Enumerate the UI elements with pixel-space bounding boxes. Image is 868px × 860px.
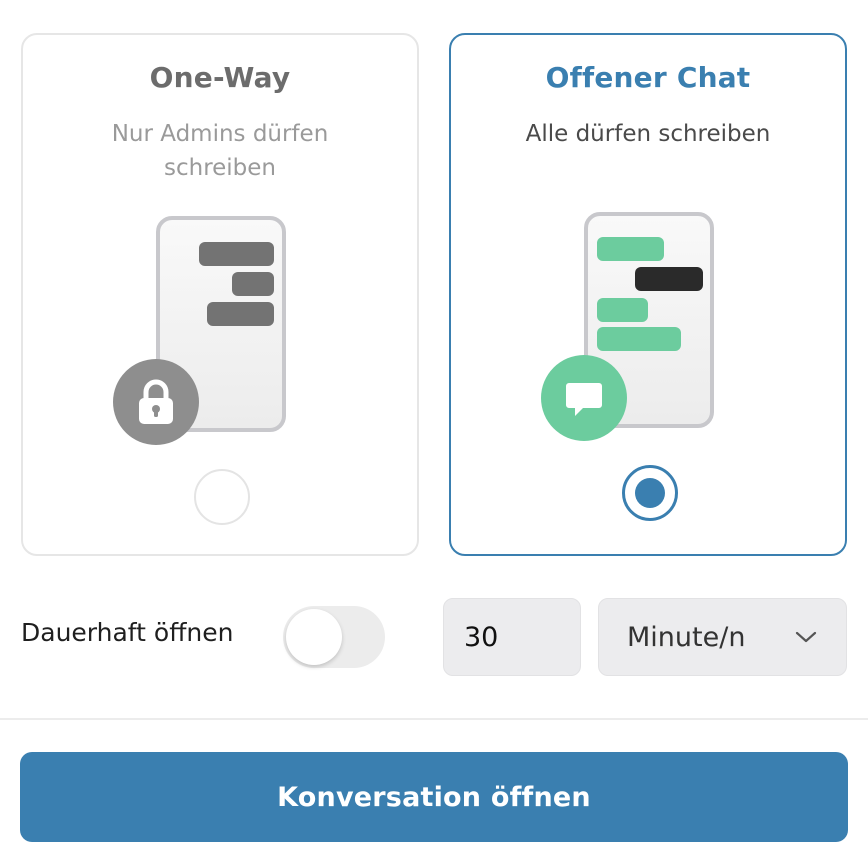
option-title: One-Way <box>149 61 291 94</box>
option-description: Nur Admins dürfen schreiben <box>111 121 329 181</box>
duration-unit-value: Minute/n <box>627 621 746 653</box>
message-bubble <box>207 302 274 326</box>
message-bubble <box>597 327 681 351</box>
option-card-one-way[interactable]: One-Way Nur Admins dürfen schreiben <box>21 33 419 556</box>
option-description: Alle dürfen schreiben <box>525 121 771 147</box>
message-bubble <box>597 298 648 322</box>
option-card-open-chat[interactable]: Offener Chat Alle dürfen schreiben <box>449 33 847 556</box>
permanent-open-toggle[interactable] <box>283 606 385 668</box>
duration-value-input[interactable]: 30 <box>443 598 581 676</box>
message-bubble <box>232 272 274 296</box>
duration-unit-select[interactable]: Minute/n <box>598 598 847 676</box>
radio-selected-dot <box>635 478 665 508</box>
message-bubble <box>635 267 703 291</box>
message-bubble <box>199 242 274 266</box>
radio-open-chat[interactable] <box>622 465 678 521</box>
divider <box>0 718 868 720</box>
message-bubble <box>597 237 664 261</box>
open-conversation-button[interactable]: Konversation öffnen <box>20 752 848 842</box>
option-title: Offener Chat <box>545 61 751 94</box>
radio-one-way[interactable] <box>194 469 250 525</box>
permanent-open-label: Dauerhaft öffnen <box>21 618 234 647</box>
toggle-knob <box>286 609 342 665</box>
lock-icon <box>113 359 199 445</box>
chevron-down-icon <box>795 631 817 643</box>
chat-bubble-icon <box>541 355 627 441</box>
